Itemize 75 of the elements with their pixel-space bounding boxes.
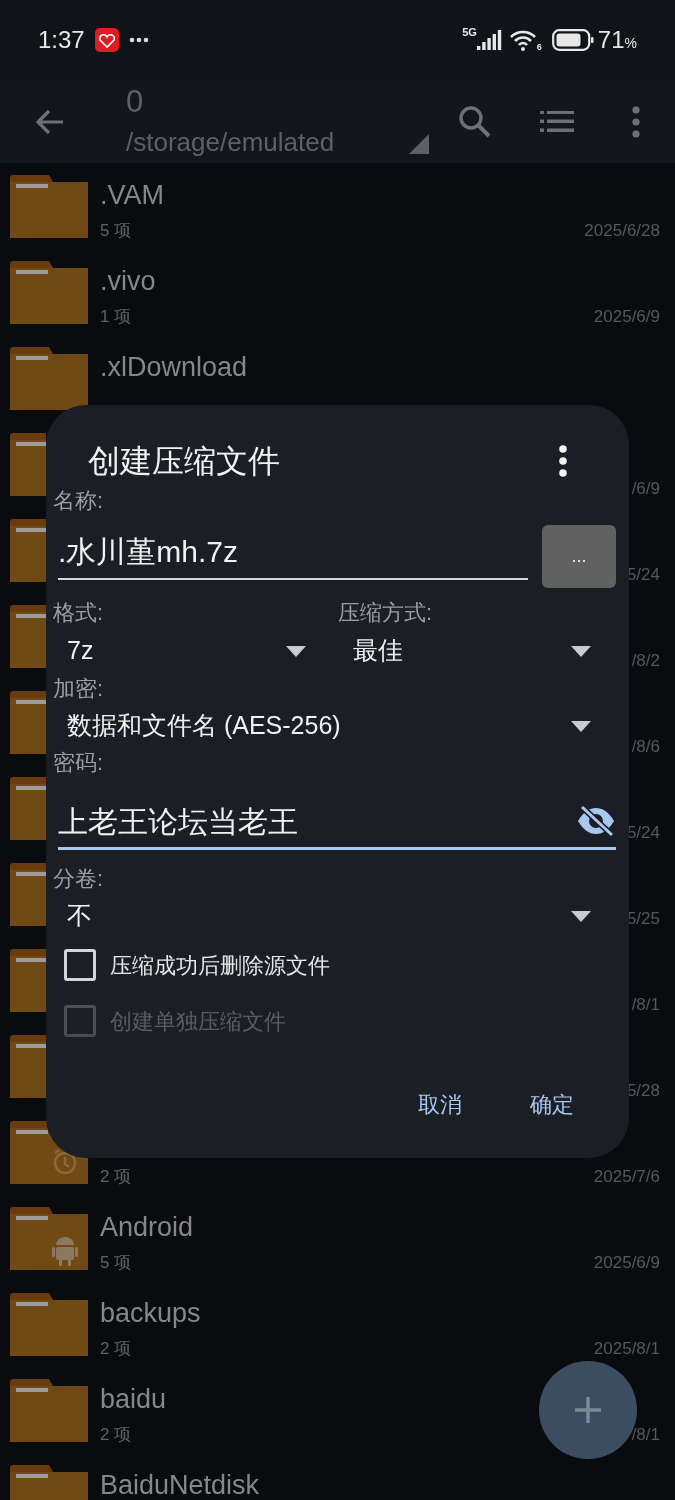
modified-date: 2025/6/9: [593, 305, 660, 328]
folder-name[interactable]: BaiduNetdisk: [100, 1464, 260, 1500]
battery-icon: [551, 29, 594, 51]
password-input-field[interactable]: 上老王论坛当老王: [58, 795, 616, 850]
folder-icon: [10, 863, 46, 926]
modified-date: /8/2: [631, 649, 660, 672]
path-dropdown-icon[interactable]: [409, 134, 429, 154]
modified-date: /6/9: [631, 477, 660, 500]
battery-percent: 71%: [597, 25, 637, 55]
modified-date: 2025/8/1: [593, 1337, 660, 1360]
field-label: 名称:: [53, 487, 105, 515]
wifi-generation: 6: [536, 40, 542, 54]
hide-password-icon[interactable]: [576, 805, 616, 837]
modified-date: 2025/6/28: [584, 219, 660, 242]
folder-icon: [10, 777, 46, 840]
modified-date: /8/6: [631, 735, 660, 758]
item-count: 5 项: [100, 1251, 132, 1274]
dialog-button[interactable]: 确定: [510, 1080, 594, 1128]
folder-title: 0: [126, 83, 145, 120]
more-notifications-icon: [128, 37, 149, 43]
signal-icon: [476, 30, 503, 50]
folder-icon: [10, 605, 46, 668]
modified-date: 2025/6/9: [593, 1251, 660, 1274]
folder-icon: [10, 261, 88, 324]
modified-date: /8/1: [631, 1423, 660, 1446]
dialog-title: 创建压缩文件: [88, 441, 280, 481]
folder-icon: [10, 1293, 88, 1356]
app-notification-icon: [94, 28, 119, 52]
folder-icon: [10, 175, 88, 238]
name-input-field[interactable]: .水川堇mh.7z: [58, 525, 528, 580]
dropdown-caret-icon: [286, 645, 306, 657]
compression-dropdown[interactable]: 最佳: [338, 632, 622, 670]
list-view-icon[interactable]: [540, 110, 574, 133]
browse-button[interactable]: ...: [542, 525, 616, 588]
encryption-dropdown[interactable]: 数据和文件名 (AES-256): [53, 708, 622, 744]
folder-name[interactable]: .vivo: [100, 260, 156, 302]
modified-date: 2025/7/6: [593, 1165, 660, 1188]
clock-time: 1:37: [38, 25, 85, 55]
modified-date: /8/1: [631, 993, 660, 1016]
folder-icon: [10, 1035, 46, 1098]
folder-icon: [10, 347, 88, 410]
folder-icon: [10, 691, 46, 754]
checkbox-label[interactable]: 压缩成功后删除源文件: [110, 948, 330, 982]
more-options-icon[interactable]: [558, 444, 568, 477]
dropdown-caret-icon: [571, 720, 591, 732]
folder-icon: [10, 1379, 88, 1442]
search-icon[interactable]: [458, 104, 492, 139]
folder-name[interactable]: backups: [100, 1292, 201, 1334]
field-label: 格式:: [53, 599, 105, 627]
dropdown-caret-icon: [571, 645, 591, 657]
folder-icon: [10, 519, 46, 582]
item-count: 2 项: [100, 1337, 132, 1360]
folder-icon: [10, 949, 46, 1012]
back-arrow-icon: [35, 107, 65, 136]
network-type: 5G: [462, 25, 477, 40]
field-label: 密码:: [53, 749, 105, 777]
folder-name[interactable]: .xlDownload: [100, 346, 248, 388]
split-dropdown[interactable]: 不: [53, 898, 622, 934]
field-label: 加密:: [53, 675, 105, 703]
folder-name[interactable]: Android: [100, 1206, 194, 1248]
field-label: 压缩方式:: [338, 599, 433, 627]
item-count: 5 项: [100, 219, 132, 242]
dialog-button[interactable]: 取消: [398, 1080, 482, 1128]
folder-icon: [10, 1207, 88, 1270]
item-count: 2 项: [100, 1423, 132, 1446]
format-dropdown[interactable]: 7z: [53, 632, 338, 670]
item-count: 2 项: [100, 1165, 132, 1188]
item-count: 1 项: [100, 305, 132, 328]
folder-name[interactable]: baidu: [100, 1378, 167, 1420]
folder-name[interactable]: .VAM: [100, 174, 164, 216]
dropdown-caret-icon: [571, 910, 591, 922]
plus-icon: [574, 1396, 602, 1424]
field-label: 分卷:: [53, 865, 105, 893]
folder-icon: [10, 433, 46, 496]
wifi-icon: [508, 29, 537, 51]
